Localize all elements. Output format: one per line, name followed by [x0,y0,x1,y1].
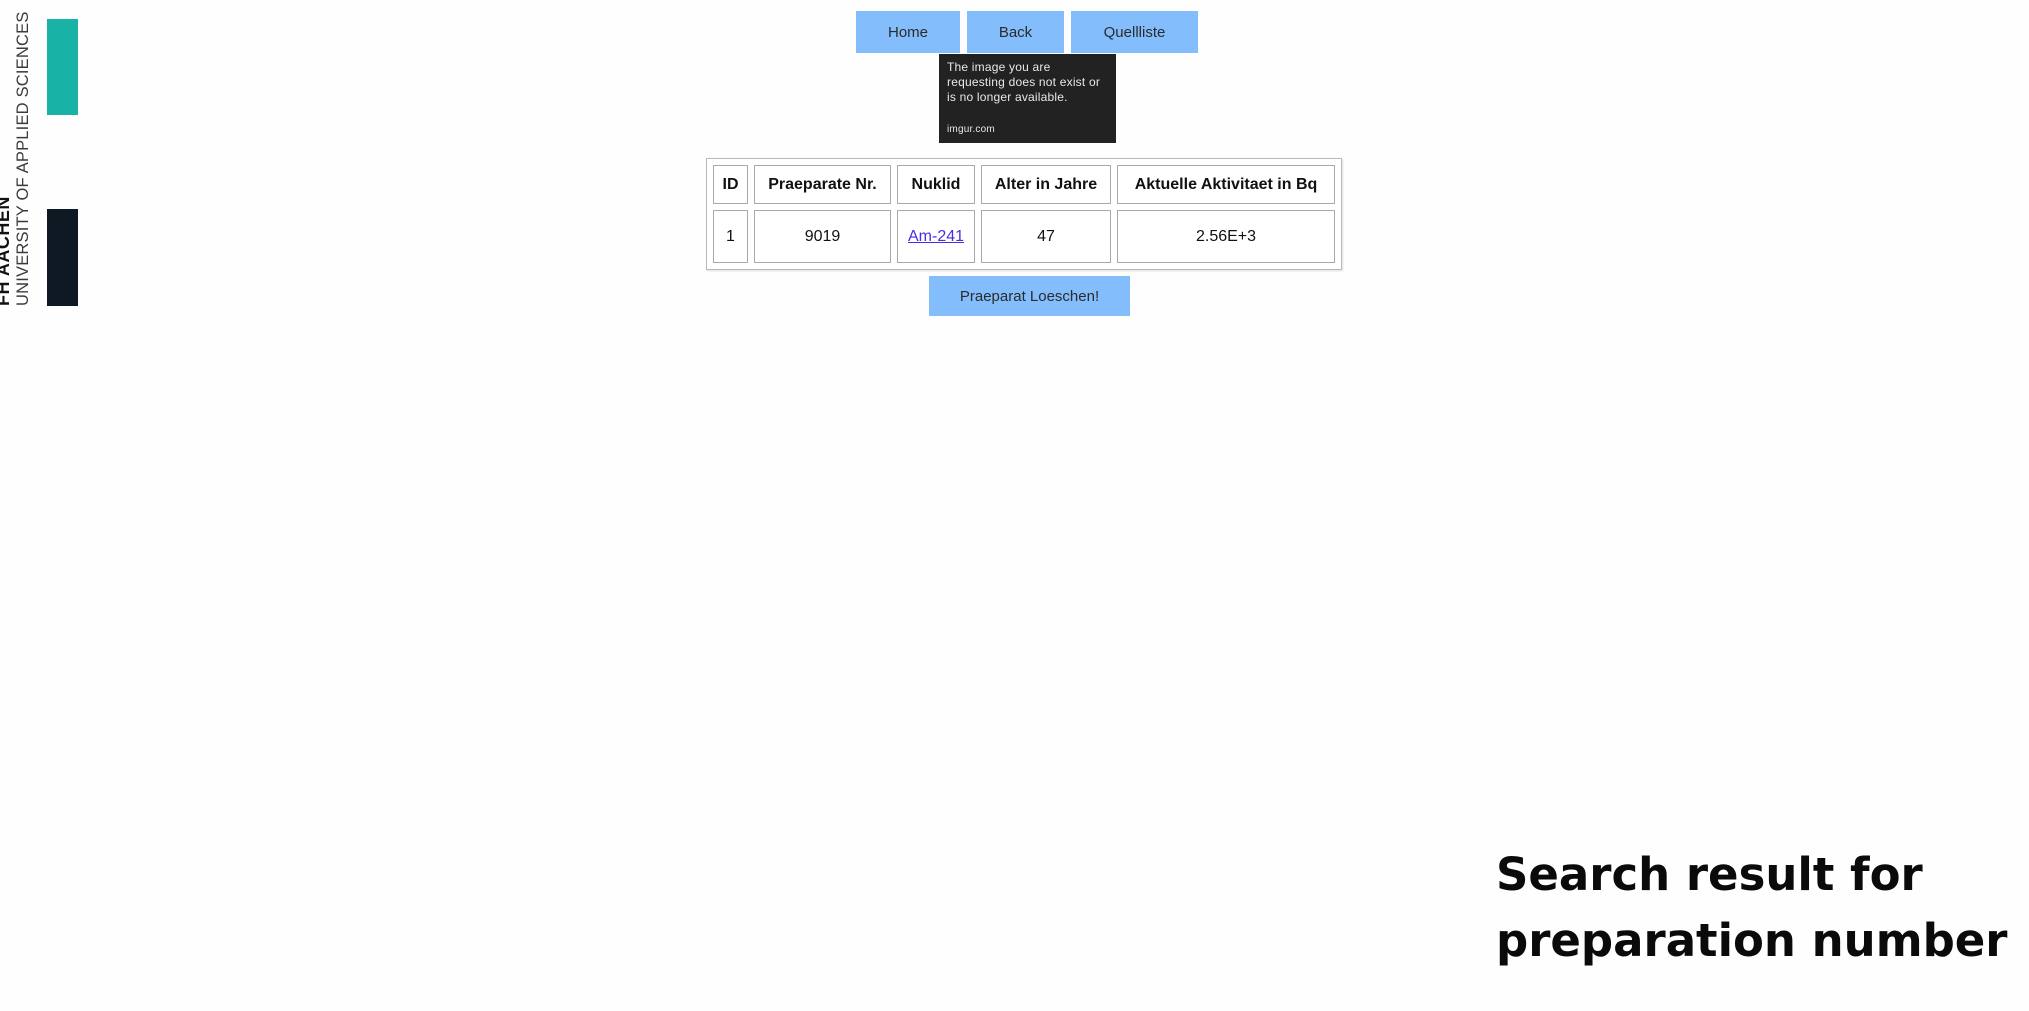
logo-teal-bar [47,19,78,115]
missing-image-source: imgur.com [947,124,995,135]
header-alter: Alter in Jahre [981,165,1111,204]
missing-image-message: The image you are requesting does not ex… [947,60,1101,104]
header-aktivitaet: Aktuelle Aktivitaet in Bq [1117,165,1335,204]
cell-nuklid: Am-241 [897,210,975,263]
caption-line-2: preparation number [1496,914,2008,967]
table-row: 1 9019 Am-241 47 2.56E+3 [713,210,1335,263]
header-id: ID [713,165,748,204]
logo-name: FH AACHEN [0,196,13,306]
brand-logo: FH AACHEN UNIVERSITY OF APPLIED SCIENCES [0,0,90,320]
quellliste-button[interactable]: Quellliste [1071,11,1198,53]
header-praeparate-nr: Praeparate Nr. [754,165,891,204]
logo-wordmark: FH AACHEN UNIVERSITY OF APPLIED SCIENCES [0,0,32,306]
slide-caption: Search result for preparation number [1496,842,2016,974]
home-button[interactable]: Home [856,11,960,53]
cell-id: 1 [713,210,748,263]
cell-aktivitaet: 2.56E+3 [1117,210,1335,263]
cell-praeparat-nr: 9019 [754,210,891,263]
header-nuklid: Nuklid [897,165,975,204]
missing-image-placeholder: The image you are requesting does not ex… [939,54,1116,143]
results-table: ID Praeparate Nr. Nuklid Alter in Jahre … [706,158,1342,270]
table-header-row: ID Praeparate Nr. Nuklid Alter in Jahre … [713,165,1335,204]
caption-line-1: Search result for [1496,848,1923,901]
logo-dark-bar [47,209,78,306]
page: FH AACHEN UNIVERSITY OF APPLIED SCIENCES… [0,0,2029,1011]
back-button[interactable]: Back [967,11,1064,53]
logo-subtitle: UNIVERSITY OF APPLIED SCIENCES [14,11,32,306]
delete-preparation-button[interactable]: Praeparat Loeschen! [929,276,1130,316]
cell-alter: 47 [981,210,1111,263]
nuklid-link[interactable]: Am-241 [908,228,964,245]
